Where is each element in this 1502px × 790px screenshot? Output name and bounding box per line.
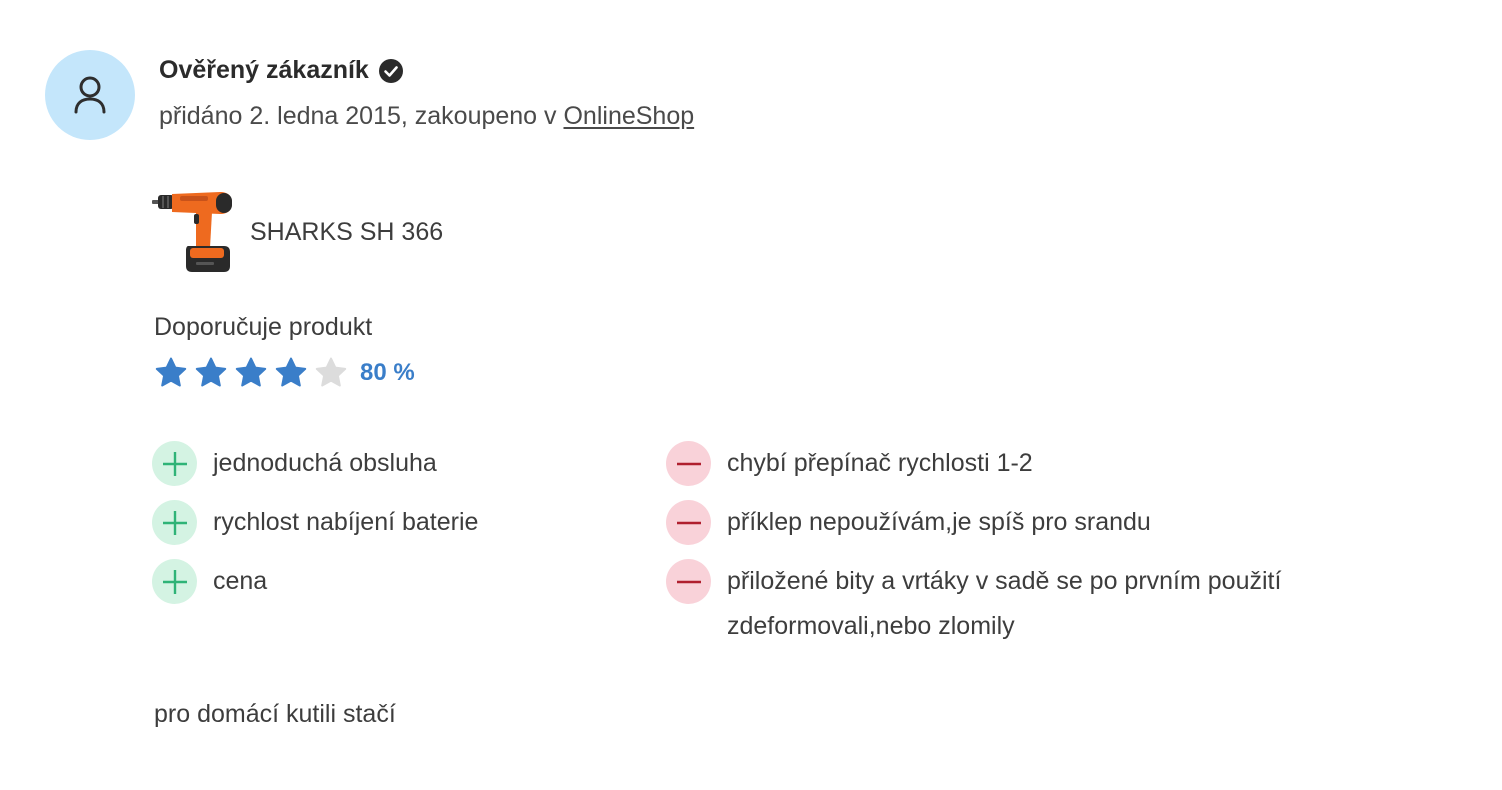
plus-icon [152,441,197,486]
avatar [45,50,135,140]
review-text: pro domácí kutili stačí [154,700,396,728]
user-icon [74,76,106,114]
con-text: přiložené bity a vrtáky v sadě se po prv… [727,567,1282,640]
author-name: Ověřený zákazník [159,56,369,84]
review-card: Ověřený zákazník přidáno 2. ledna 2015, … [0,0,1502,790]
pro-text: jednoduchá obsluha [213,449,437,477]
plus-icon [152,559,197,604]
review-meta: přidáno 2. ledna 2015, zakoupeno v Onlin… [159,102,694,131]
pro-item: cena [152,559,632,604]
con-item: chybí přepínač rychlosti 1-2 [666,441,1386,486]
star-filled-icon [195,357,227,387]
con-text: chybí přepínač rychlosti 1-2 [727,449,1033,477]
pro-item: jednoduchá obsluha [152,441,632,486]
plus-icon [152,500,197,545]
con-item: příklep nepoužívám,je spíš pro srandu [666,500,1386,545]
minus-icon [666,559,711,604]
minus-icon [666,500,711,545]
rating-percent: 80 % [360,359,415,386]
recommend-label: Doporučuje produkt [154,313,373,341]
pros-list: jednoduchá obsluha rychlost nabíjení bate… [152,441,632,618]
cons-list: chybí přepínač rychlosti 1-2 příklep nepo… [666,441,1386,663]
shop-link[interactable]: OnlineShop [563,102,694,130]
con-item: přiložené bity a vrtáky v sadě se po prv… [666,559,1386,649]
star-filled-icon [155,357,187,387]
rating-stars [154,356,354,390]
cordless-drill-image [152,192,232,272]
star-filled-icon [275,357,307,387]
con-text: příklep nepoužívám,je spíš pro srandu [727,508,1151,536]
rating: 80 % [154,356,415,390]
review-date: přidáno 2. ledna 2015, zakoupeno v [159,102,564,130]
star-empty-icon [315,357,347,387]
pro-text: cena [213,567,268,595]
author-name-row: Ověřený zákazník [159,56,404,85]
product-reference[interactable]: SHARKS SH 366 [150,186,443,278]
pro-text: rychlost nabíjení baterie [213,508,479,536]
product-name: SHARKS SH 366 [250,217,444,246]
minus-icon [666,441,711,486]
star-filled-icon [235,357,267,387]
pro-item: rychlost nabíjení baterie [152,500,632,545]
check-circle-icon [378,58,404,84]
